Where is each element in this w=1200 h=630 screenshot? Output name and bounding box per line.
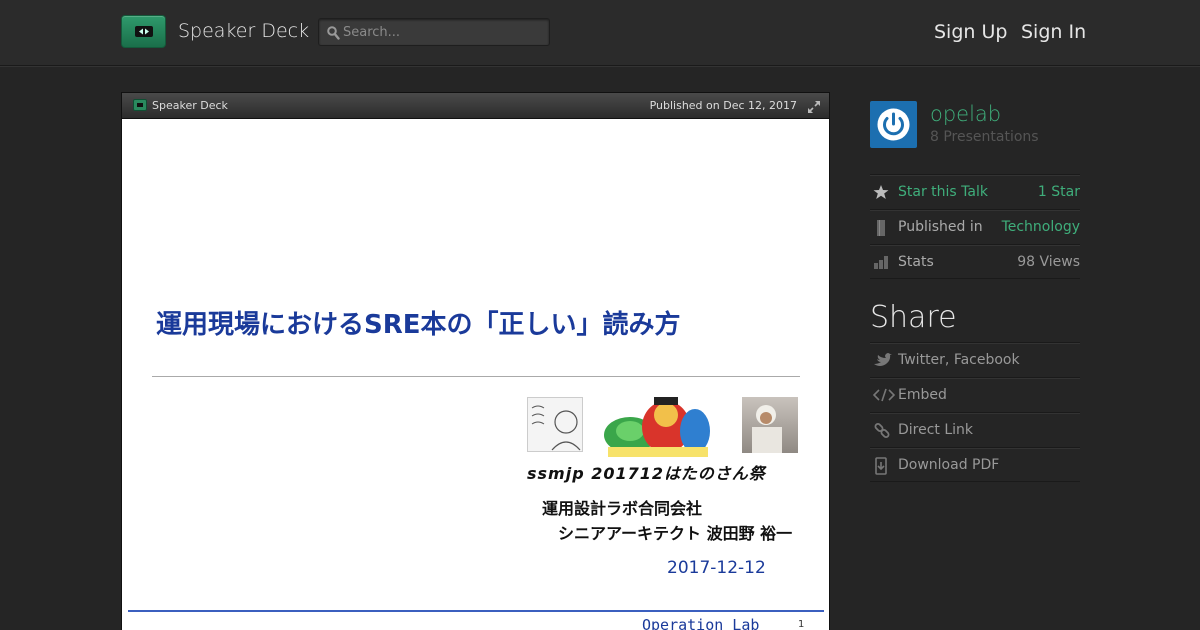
- fullscreen-expand-icon[interactable]: [807, 99, 821, 118]
- slide-player: Speaker Deck Published on Dec 12, 2017 運…: [121, 92, 830, 630]
- star-count[interactable]: 1 Star: [1038, 184, 1080, 200]
- stats-row: Stats 98 Views: [870, 244, 1080, 279]
- bird-icon: [873, 352, 893, 372]
- bookmark-icon: [873, 219, 889, 241]
- published-in-row: Published in Technology: [870, 209, 1080, 244]
- top-navbar: Speaker Deck Sign Up Sign In: [0, 0, 1200, 66]
- star-talk-label[interactable]: Star this Talk: [898, 184, 988, 200]
- slide-event-name: ssmjp 201712はたのさん祭: [527, 464, 766, 483]
- player-brand[interactable]: Speaker Deck: [152, 99, 228, 112]
- search-icon: [327, 25, 340, 44]
- author-username[interactable]: opelab: [930, 102, 1001, 126]
- talk-meta-list: Star this Talk 1 Star Published in Techn…: [870, 174, 1080, 279]
- stats-label: Stats: [898, 254, 934, 270]
- speakerdeck-logo-button[interactable]: [121, 15, 166, 48]
- slide-footer-divider: [128, 610, 824, 612]
- share-social-row[interactable]: Twitter, Facebook: [870, 342, 1080, 377]
- avatar[interactable]: [870, 101, 917, 148]
- share-options-list: Twitter, Facebook Embed Direct Link Down…: [870, 342, 1080, 482]
- code-icon: [872, 387, 896, 407]
- link-icon: [873, 422, 891, 444]
- slide-footer-text: Operation Lab: [642, 616, 760, 630]
- share-social-label[interactable]: Twitter, Facebook: [898, 352, 1020, 368]
- category-link[interactable]: Technology: [1002, 219, 1080, 235]
- published-in-label: Published in: [898, 219, 983, 235]
- speaker-photo: [742, 397, 798, 453]
- sketch-illustration: [527, 397, 583, 452]
- download-pdf-row[interactable]: Download PDF: [870, 447, 1080, 482]
- search-input[interactable]: [343, 21, 543, 43]
- embed-row[interactable]: Embed: [870, 377, 1080, 412]
- view-count: 98 Views: [1017, 254, 1080, 270]
- brand-name[interactable]: Speaker Deck: [178, 20, 309, 42]
- speakerdeck-mini-logo-icon[interactable]: [133, 99, 147, 111]
- star-icon: [873, 184, 889, 204]
- speakerdeck-logo-icon: [135, 26, 153, 37]
- download-icon: [873, 457, 889, 479]
- direct-link-row[interactable]: Direct Link: [870, 412, 1080, 447]
- slide-divider: [152, 376, 800, 377]
- presentation-count: 8 Presentations: [930, 129, 1039, 145]
- download-pdf-label[interactable]: Download PDF: [898, 457, 999, 473]
- published-date: Published on Dec 12, 2017: [649, 99, 797, 112]
- bar-chart-icon: [873, 254, 889, 274]
- embed-label[interactable]: Embed: [898, 387, 947, 403]
- sign-in-link[interactable]: Sign In: [1021, 21, 1086, 43]
- share-heading: Share: [870, 300, 957, 335]
- slide-canvas[interactable]: 運用現場におけるSRE本の「正しい」読み方 ssmjp 201712はたのさん祭…: [122, 119, 829, 630]
- sign-up-link[interactable]: Sign Up: [934, 21, 1007, 43]
- slide-page-number: 1: [798, 619, 805, 630]
- slide-title: 運用現場におけるSRE本の「正しい」読み方: [156, 310, 681, 340]
- slide-author: シニアアーキテクト 波田野 裕一: [558, 524, 793, 543]
- direct-link-label[interactable]: Direct Link: [898, 422, 973, 438]
- slide-date: 2017-12-12: [667, 558, 766, 578]
- search-box[interactable]: [318, 18, 550, 46]
- slide-company: 運用設計ラボ合同会社: [542, 499, 703, 518]
- player-toolbar: Speaker Deck Published on Dec 12, 2017: [122, 93, 829, 119]
- festival-mascot-image: [600, 391, 712, 459]
- star-talk-row[interactable]: Star this Talk 1 Star: [870, 174, 1080, 209]
